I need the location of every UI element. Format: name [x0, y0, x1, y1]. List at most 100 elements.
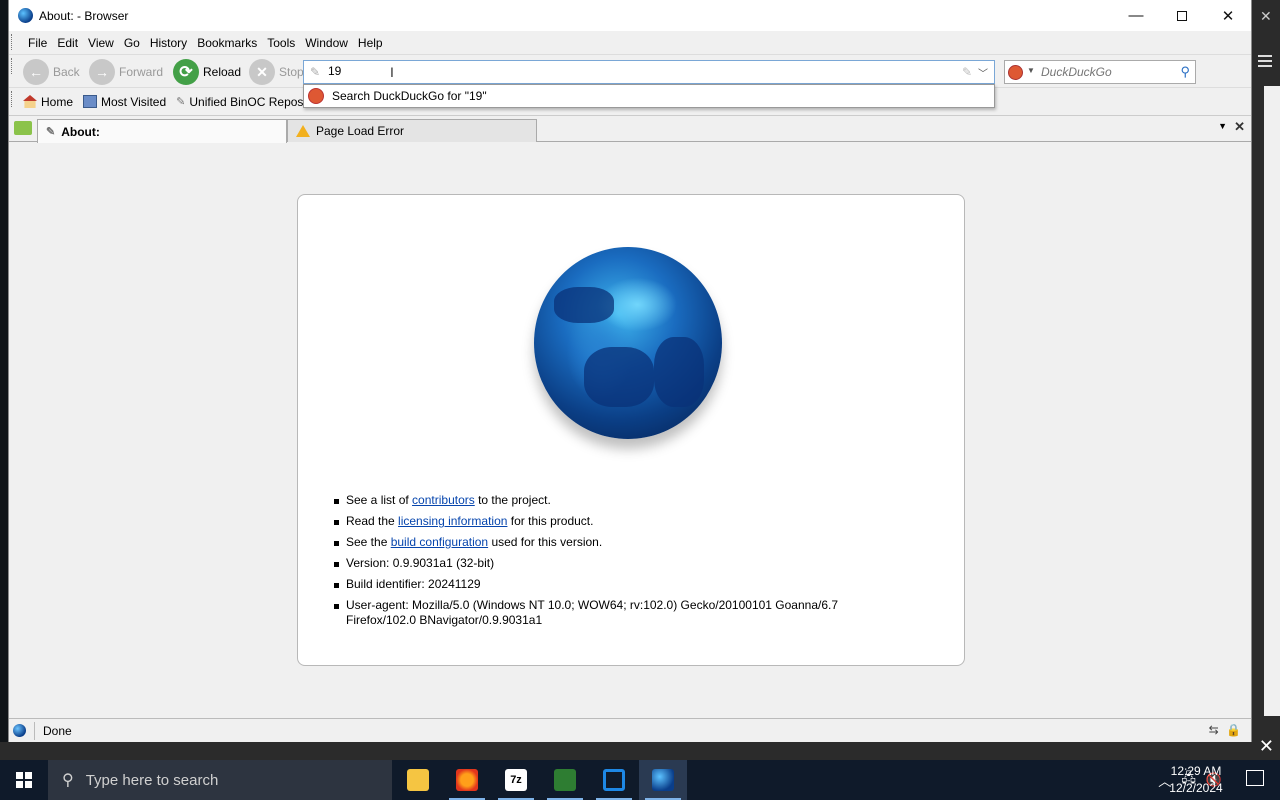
search-engine-dropdown-icon[interactable]: ▼ [1027, 66, 1035, 75]
status-text: Done [43, 723, 72, 738]
close-tab-icon[interactable]: ✕ [1234, 119, 1245, 135]
notification-icon[interactable] [1246, 770, 1264, 786]
close-button[interactable]: ✕ [1205, 0, 1251, 31]
clock-time: 12:29 AM [1170, 764, 1222, 778]
url-dropdown-icon[interactable]: ﹀ [978, 65, 988, 80]
toolbar-grip[interactable] [11, 34, 14, 50]
contributors-link[interactable]: contributors [412, 493, 475, 507]
search-box[interactable]: ▼ ⚲ [1004, 60, 1196, 84]
taskbar-7zip[interactable]: 7z [492, 760, 540, 800]
reload-icon: ⟳ [173, 59, 199, 85]
taskbar-firefox[interactable] [443, 760, 491, 800]
bookmark-unified-binoc[interactable]: ✎ Unified BinOC Reposi [176, 95, 306, 109]
bookmark-page-icon: ✎ [176, 96, 186, 108]
user-agent-line: User-agent: Mozilla/5.0 (Windows NT 10.0… [334, 598, 894, 628]
taskbar-clock[interactable]: 12:29 AM 12/2/2024 [1162, 763, 1230, 797]
background-close-icon: ✕ [1260, 8, 1272, 24]
menu-help[interactable]: Help [353, 36, 388, 50]
tab-bar: ✎ About: Page Load Error ▼ ✕ [9, 116, 1251, 143]
windows-logo-icon [16, 772, 32, 788]
page-identity-icon: ✎ [310, 65, 321, 79]
background-window-edge: ✕ [1252, 0, 1280, 760]
minimize-button[interactable]: — [1113, 0, 1159, 31]
tab-about-label: About: [61, 124, 100, 139]
tab-page-load-error-label: Page Load Error [316, 124, 405, 138]
bookmark-most-visited[interactable]: Most Visited [83, 95, 166, 109]
taskbar-eclipse[interactable] [541, 760, 589, 800]
licensing-link[interactable]: licensing information [398, 514, 507, 528]
menu-tools[interactable]: Tools [262, 36, 300, 50]
url-suggestion-item[interactable]: Search DuckDuckGo for "19" [303, 84, 995, 108]
home-icon [23, 95, 37, 108]
about-info-list: See a list of contributors to the projec… [334, 493, 894, 634]
start-button[interactable] [0, 760, 48, 800]
menu-file[interactable]: File [23, 36, 52, 50]
build-config-line-prefix: See the [346, 535, 391, 549]
tab-page-load-error[interactable]: Page Load Error [287, 119, 537, 142]
url-bar[interactable]: ✎ ✎ ﹀ [303, 60, 995, 84]
globe-landmass [654, 337, 704, 407]
licensing-line: Read the licensing information for this … [334, 514, 894, 529]
search-engine-icon[interactable] [1008, 65, 1023, 80]
taskbar-virtualbox[interactable] [590, 760, 638, 800]
bookmark-home-label: Home [41, 94, 74, 109]
menu-view[interactable]: View [83, 36, 119, 50]
tab-page-icon: ✎ [46, 126, 56, 138]
taskbar-file-explorer[interactable] [394, 760, 442, 800]
go-arrow-icon[interactable] [14, 121, 32, 135]
contributors-line-suffix: to the project. [474, 493, 551, 507]
taskbar-search[interactable]: ⚲ Type here to search [48, 760, 392, 800]
back-button[interactable]: ← Back [23, 59, 80, 85]
globe-landmass [554, 287, 614, 323]
window-title: About: - Browser [39, 9, 129, 23]
tab-list-dropdown-icon[interactable]: ▼ [1218, 121, 1227, 131]
page-content: See a list of contributors to the projec… [9, 146, 1251, 718]
contributors-line: See a list of contributors to the projec… [334, 493, 894, 508]
taskbar-search-icon: ⚲ [62, 772, 74, 789]
about-box: See a list of contributors to the projec… [297, 194, 965, 666]
bookmark-home[interactable]: Home [23, 95, 73, 109]
taskbar-browser[interactable] [639, 760, 687, 800]
eclipse-icon [554, 769, 576, 791]
reload-label: Reload [203, 65, 242, 79]
tab-about[interactable]: ✎ About: [37, 119, 287, 143]
menu-window[interactable]: Window [300, 36, 353, 50]
forward-button[interactable]: → Forward [89, 59, 163, 85]
reload-button[interactable]: ⟳ Reload [173, 59, 241, 85]
maximize-button[interactable] [1159, 0, 1205, 31]
menu-go[interactable]: Go [119, 36, 145, 50]
stop-label: Stop [279, 65, 304, 79]
browser-logo-icon [18, 8, 33, 23]
forward-arrow-icon: → [89, 59, 115, 85]
build-identifier-line: Build identifier: 20241129 [334, 577, 894, 592]
build-config-line: See the build configuration used for thi… [334, 535, 894, 550]
url-suggestion-text: Search DuckDuckGo for "19" [332, 89, 487, 103]
search-input[interactable] [1041, 65, 1171, 79]
text-cursor-icon: I [390, 64, 394, 80]
menu-edit[interactable]: Edit [52, 36, 83, 50]
menu-bookmarks[interactable]: Bookmarks [192, 36, 262, 50]
most-visited-icon [83, 95, 98, 108]
7zip-icon: 7z [505, 769, 527, 791]
duckduckgo-icon [308, 88, 324, 104]
forward-label: Forward [119, 65, 164, 79]
version-line: Version: 0.9.9031a1 (32-bit) [334, 556, 894, 571]
title-bar: About: - Browser — ✕ [9, 0, 1251, 31]
back-arrow-icon: ← [23, 59, 49, 85]
search-go-icon[interactable]: ⚲ [1180, 64, 1190, 80]
menu-history[interactable]: History [145, 36, 192, 50]
bookmark-most-visited-label: Most Visited [101, 94, 167, 109]
stop-button[interactable]: ✕ Stop [249, 59, 304, 85]
toolbar-grip[interactable] [11, 58, 14, 74]
menu-bar: File Edit View Go History Bookmarks Tool… [9, 31, 1251, 55]
globe-landmass [584, 347, 654, 407]
build-config-line-suffix: used for this version. [488, 535, 603, 549]
warning-icon [296, 125, 310, 137]
build-configuration-link[interactable]: build configuration [391, 535, 488, 549]
virtualbox-icon [603, 769, 625, 791]
browser-window: About: - Browser — ✕ File Edit View Go H… [8, 0, 1252, 742]
url-input[interactable] [328, 64, 928, 78]
background-menu-icon [1258, 52, 1272, 70]
status-globe-icon [13, 724, 26, 737]
toolbar-grip[interactable] [11, 91, 14, 107]
